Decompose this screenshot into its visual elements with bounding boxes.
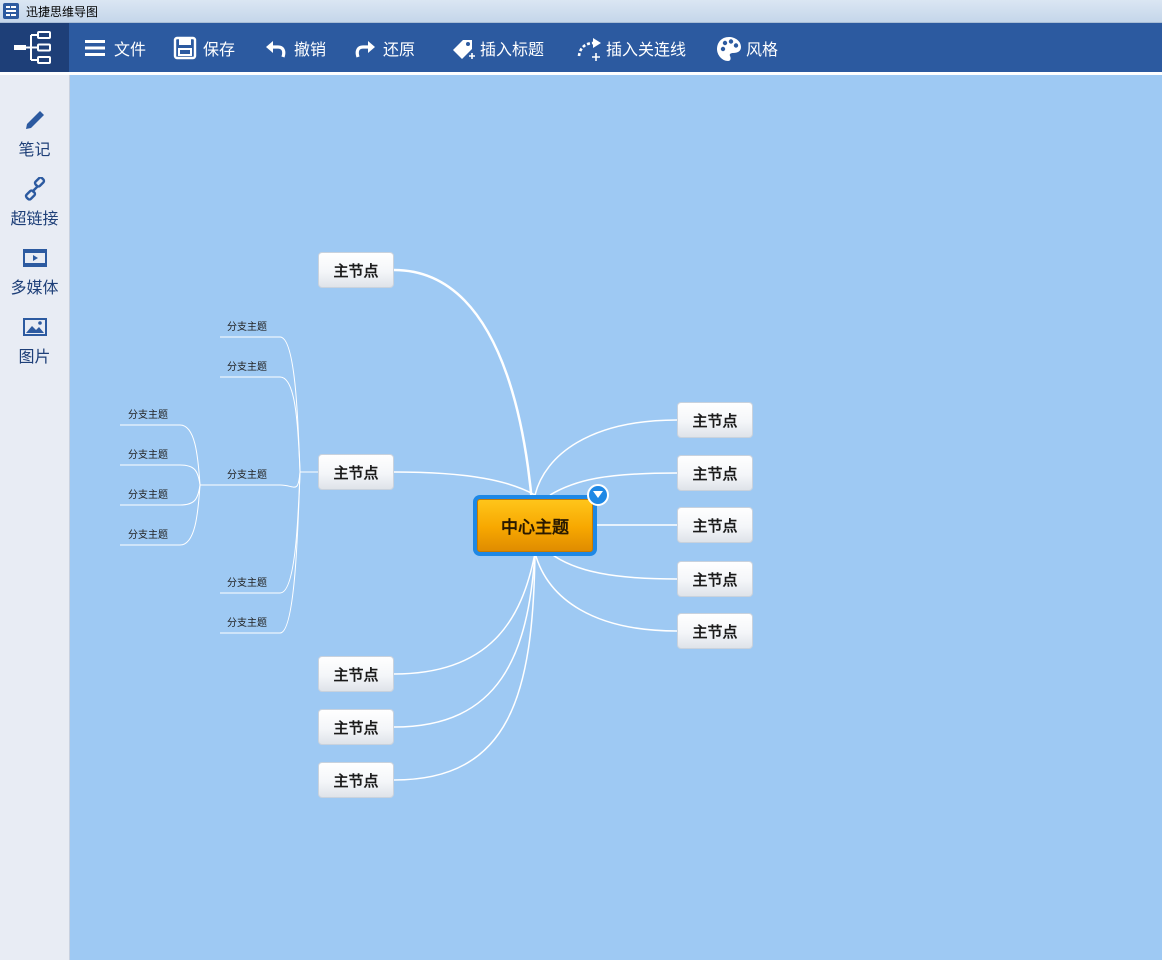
- app-logo-icon: [3, 3, 19, 19]
- connector-line: [393, 471, 536, 496]
- sidebar-item-label: 图片: [18, 347, 51, 366]
- branch-topic[interactable]: 分支主题: [128, 446, 168, 461]
- redo-label: 还原: [383, 39, 416, 59]
- main-node[interactable]: 主节点: [318, 454, 394, 490]
- sidebar-item-multimedia[interactable]: 多媒体: [0, 246, 69, 306]
- insert-title-label: 插入标题: [480, 39, 545, 59]
- relation-line-icon: [576, 36, 601, 61]
- main-node[interactable]: 主节点: [677, 402, 753, 438]
- connector-line: [534, 419, 678, 496]
- insert-relation-line-label: 插入关连线: [606, 39, 687, 59]
- connector-line: [220, 471, 301, 634]
- main-node[interactable]: 主节点: [677, 507, 753, 543]
- connector-line: [393, 552, 536, 728]
- sidebar-item-label: 笔记: [18, 140, 51, 159]
- main-node[interactable]: 主节点: [677, 613, 753, 649]
- mindmap-canvas[interactable]: 主节点 主节点 主节点 主节点 主节点 主节点 主节点 主节点 主节点 主节点 …: [70, 75, 1162, 960]
- link-icon: [23, 176, 47, 201]
- main-node[interactable]: 主节点: [677, 455, 753, 491]
- sidebar-item-label: 超链接: [10, 209, 59, 228]
- connector-line: [120, 464, 201, 486]
- sidebar-item-image[interactable]: 图片: [0, 315, 69, 375]
- window-title: 迅捷思维导图: [26, 4, 99, 19]
- chevron-down-icon: [593, 491, 603, 498]
- collapse-toggle-button[interactable]: [587, 484, 609, 506]
- main-node[interactable]: 主节点: [318, 656, 394, 692]
- undo-label: 撤销: [294, 39, 327, 59]
- connector-line: [393, 552, 536, 781]
- save-label: 保存: [203, 39, 236, 59]
- branch-topic[interactable]: 分支主题: [128, 486, 168, 501]
- branch-topic[interactable]: 分支主题: [227, 318, 267, 333]
- main-node[interactable]: 主节点: [318, 252, 394, 288]
- file-menu-button[interactable]: 文件: [84, 23, 146, 72]
- image-icon: [22, 315, 47, 339]
- window-titlebar: 迅捷思维导图: [0, 0, 1162, 23]
- sidebar-item-hyperlink[interactable]: 超链接: [0, 176, 69, 237]
- branch-topic[interactable]: 分支主题: [227, 358, 267, 373]
- undo-icon: [264, 36, 288, 60]
- connector-line: [220, 376, 301, 473]
- branch-topic[interactable]: 分支主题: [227, 614, 267, 629]
- insert-relation-line-button[interactable]: 插入关连线: [576, 23, 686, 72]
- film-icon: [22, 246, 47, 270]
- central-topic-label: 中心主题: [477, 499, 593, 552]
- save-button[interactable]: 保存: [173, 23, 235, 72]
- main-toolbar: 文件 保存 撤销 还原 插入标题 插入关连线 风格: [0, 23, 1162, 72]
- sidebar-item-label: 多媒体: [10, 278, 59, 297]
- connector-lines: [120, 268, 678, 781]
- main-node[interactable]: 主节点: [318, 762, 394, 798]
- style-button[interactable]: 风格: [716, 23, 778, 72]
- connector-line: [549, 472, 678, 496]
- connector-line: [549, 552, 678, 580]
- redo-icon: [353, 36, 377, 60]
- pencil-icon: [23, 108, 47, 132]
- branch-topic[interactable]: 分支主题: [128, 406, 168, 421]
- main-node[interactable]: 主节点: [318, 709, 394, 745]
- left-sidebar: 笔记 超链接 多媒体 图片: [0, 75, 70, 960]
- mindmap-structure-icon: [14, 31, 51, 64]
- connector-line: [534, 552, 678, 632]
- style-label: 风格: [746, 39, 779, 59]
- central-topic-node[interactable]: 中心主题: [473, 495, 597, 556]
- tag-plus-icon: [450, 36, 475, 60]
- menu-icon: [84, 36, 108, 60]
- save-icon: [173, 36, 197, 60]
- mindmap-logo-button[interactable]: [0, 23, 69, 72]
- branch-topic[interactable]: 分支主题: [227, 574, 267, 589]
- branch-topic[interactable]: 分支主题: [227, 466, 267, 481]
- main-node[interactable]: 主节点: [677, 561, 753, 597]
- sidebar-item-note[interactable]: 笔记: [0, 108, 69, 168]
- palette-icon: [716, 36, 741, 61]
- undo-button[interactable]: 撤销: [264, 23, 326, 72]
- file-menu-label: 文件: [114, 39, 147, 59]
- branch-topic[interactable]: 分支主题: [128, 526, 168, 541]
- insert-title-button[interactable]: 插入标题: [450, 23, 544, 72]
- redo-button[interactable]: 还原: [353, 23, 415, 72]
